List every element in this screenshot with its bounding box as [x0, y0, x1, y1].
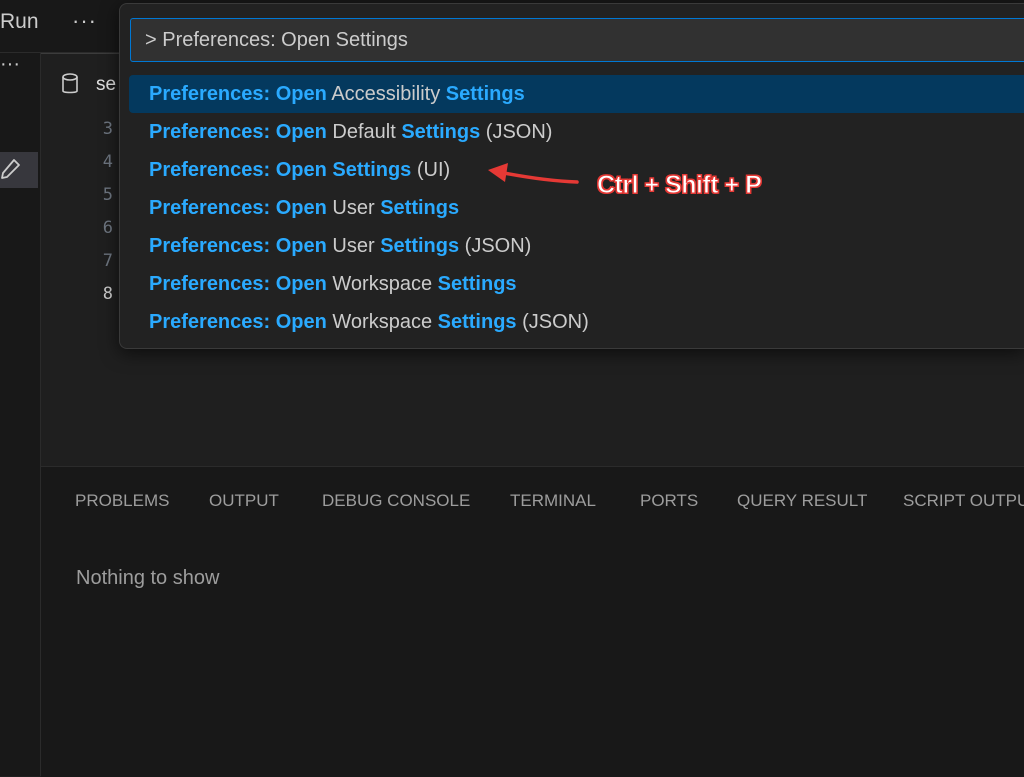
command-item-text: Default — [326, 121, 402, 143]
command-list: Preferences: Open Accessibility Settings… — [129, 75, 1024, 341]
line-number: 6 — [102, 218, 113, 238]
command-item-match: Settings — [401, 121, 481, 143]
annotation-arrow-icon — [488, 163, 579, 184]
panel-tab-query-result[interactable]: QUERY RESULT — [737, 491, 867, 511]
panel-tab-problems[interactable]: PROBLEMS — [75, 491, 169, 511]
command-item[interactable]: Preferences: Open Workspace Settings (JS… — [129, 303, 1024, 341]
command-item-match: Settings — [437, 311, 517, 333]
command-palette-input-box — [130, 18, 1024, 62]
line-number: 4 — [102, 152, 113, 172]
command-item-match: Settings — [380, 235, 460, 257]
command-item-match: Settings — [380, 197, 460, 219]
command-item-match: Preferences: Open — [149, 121, 327, 143]
line-number: 5 — [102, 185, 113, 205]
activity-more-icon[interactable]: ··· — [0, 53, 20, 76]
panel-tab-ports[interactable]: PORTS — [640, 491, 698, 511]
command-item-match: Preferences: Open — [149, 311, 327, 333]
command-item-match: Preferences: Open Settings — [149, 159, 412, 181]
command-item-text: Workspace — [326, 273, 438, 295]
line-number: 3 — [102, 119, 113, 139]
command-item-text: (JSON) — [516, 311, 589, 333]
command-item-match: Preferences: Open — [149, 273, 327, 295]
command-item-text: Accessibility — [326, 83, 446, 105]
command-item-match: Settings — [445, 83, 525, 105]
panel-empty-message: Nothing to show — [76, 567, 220, 589]
command-palette-input[interactable] — [131, 19, 1024, 61]
command-item[interactable]: Preferences: Open Default Settings (JSON… — [129, 113, 1024, 151]
panel-tab-script-output[interactable]: SCRIPT OUTPUT — [903, 491, 1024, 511]
command-item[interactable]: Preferences: Open User Settings (JSON) — [129, 227, 1024, 265]
database-icon — [62, 73, 78, 94]
command-item[interactable]: Preferences: Open Accessibility Settings — [129, 75, 1024, 113]
command-item-match: Preferences: Open — [149, 197, 327, 219]
command-item-text: (UI) — [411, 159, 451, 181]
activity-bar: ··· — [0, 53, 41, 776]
command-item-text: User — [326, 197, 381, 219]
annotation-shortcut-label: Ctrl + Shift + P — [596, 171, 762, 200]
command-item[interactable]: Preferences: Open Workspace Settings — [129, 265, 1024, 303]
activity-item-active[interactable] — [0, 152, 38, 188]
line-number-active: 8 — [102, 284, 113, 304]
command-item-text: Workspace — [326, 311, 438, 333]
editor-tab-label: se — [96, 74, 117, 95]
bottom-panel: PROBLEMS OUTPUT DEBUG CONSOLE TERMINAL P… — [41, 466, 1024, 777]
command-item-match: Settings — [437, 273, 517, 295]
panel-tab-debug-console[interactable]: DEBUG CONSOLE — [322, 491, 470, 511]
command-item-match: Preferences: Open — [149, 83, 327, 105]
command-item-text: (JSON) — [480, 121, 553, 143]
menu-run[interactable]: Run — [0, 10, 39, 34]
panel-tab-output[interactable]: OUTPUT — [209, 491, 279, 511]
pencil-icon — [1, 159, 20, 179]
line-number: 7 — [102, 251, 113, 271]
panel-tab-terminal[interactable]: TERMINAL — [510, 491, 596, 511]
menu-more-icon[interactable]: ··· — [72, 8, 97, 34]
command-item-text: (JSON) — [459, 235, 532, 257]
command-item-text: User — [326, 235, 381, 257]
command-item-match: Preferences: Open — [149, 235, 327, 257]
